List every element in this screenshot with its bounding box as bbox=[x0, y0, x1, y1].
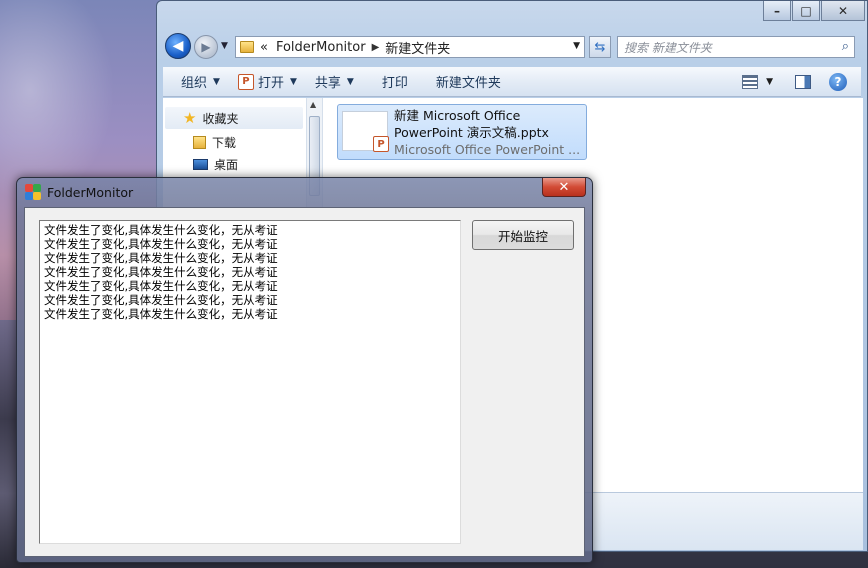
window-title-bar: FolderMonitor bbox=[25, 184, 133, 200]
recent-pages-dropdown[interactable]: ▼ bbox=[221, 41, 228, 51]
refresh-icon: ⇆ bbox=[594, 39, 606, 55]
nav-item-favorites[interactable]: ★ 收藏夹 bbox=[165, 107, 303, 129]
organize-menu[interactable]: 组织 ▼ bbox=[181, 72, 220, 91]
navigation-bar: ◀ ▶ ▼ « FolderMonitor ▶ 新建文件夹 ▼ ⇆ 搜索 新建文… bbox=[165, 33, 859, 61]
close-icon: ✕ bbox=[837, 3, 849, 18]
log-line: 文件发生了变化,具体发生什么变化，无从考证 bbox=[44, 293, 278, 307]
monitor-close-button[interactable]: ✕ bbox=[542, 178, 586, 197]
view-controls: ▼ ? bbox=[742, 73, 847, 91]
log-textbox[interactable]: 文件发生了变化,具体发生什么变化，无从考证 文件发生了变化,具体发生什么变化，无… bbox=[39, 220, 461, 544]
start-monitoring-button[interactable]: 开始监控 bbox=[472, 220, 574, 250]
maximize-button[interactable]: □ bbox=[792, 1, 820, 21]
breadcrumb-new-folder[interactable]: 新建文件夹 bbox=[385, 38, 450, 57]
forward-button[interactable]: ▶ bbox=[194, 35, 218, 59]
file-name: 新建 Microsoft Office PowerPoint 演示文稿.pptx bbox=[394, 107, 549, 141]
minimize-icon: – bbox=[774, 3, 780, 18]
command-bar: 组织 ▼ P 打开 ▼ 共享 ▼ 打印 新建文件夹 ▼ ? bbox=[163, 67, 861, 97]
file-type: Microsoft Office PowerPoint ... bbox=[394, 142, 581, 157]
nav-item-downloads[interactable]: 下载 bbox=[193, 134, 236, 151]
chevron-down-icon[interactable]: ▼ bbox=[766, 77, 773, 87]
file-name-line-1: 新建 Microsoft Office bbox=[394, 108, 521, 123]
log-line: 文件发生了变化,具体发生什么变化，无从考证 bbox=[44, 223, 278, 237]
back-button[interactable]: ◀ bbox=[165, 33, 191, 59]
search-placeholder: 搜索 新建文件夹 bbox=[624, 40, 712, 55]
file-item-pptx[interactable]: P 新建 Microsoft Office PowerPoint 演示文稿.pp… bbox=[337, 104, 587, 160]
search-icon[interactable]: ⌕ bbox=[842, 39, 849, 54]
print-label: 打印 bbox=[381, 76, 408, 91]
share-menu[interactable]: 共享 ▼ bbox=[315, 72, 354, 91]
help-icon[interactable]: ? bbox=[829, 73, 847, 91]
preview-pane-icon[interactable] bbox=[795, 75, 811, 89]
star-icon: ★ bbox=[183, 109, 197, 127]
file-thumbnail: P bbox=[342, 111, 389, 152]
chevron-down-icon: ▼ bbox=[213, 76, 220, 87]
log-line: 文件发生了变化,具体发生什么变化，无从考证 bbox=[44, 279, 278, 293]
new-folder-button[interactable]: 新建文件夹 bbox=[436, 72, 501, 91]
folder-icon bbox=[240, 41, 254, 53]
share-label: 共享 bbox=[314, 76, 341, 91]
log-line: 文件发生了变化,具体发生什么变化，无从考证 bbox=[44, 237, 278, 251]
address-bar[interactable]: « FolderMonitor ▶ 新建文件夹 ▼ bbox=[235, 36, 585, 58]
address-overflow-chevron[interactable]: « bbox=[260, 40, 268, 55]
window-title: FolderMonitor bbox=[47, 184, 134, 200]
arrow-right-icon: ▶ bbox=[201, 40, 211, 54]
chevron-down-icon: ▼ bbox=[289, 76, 297, 87]
desktop-icon bbox=[193, 159, 208, 170]
nav-item-desktop[interactable]: 桌面 bbox=[193, 156, 238, 173]
open-label: 打开 bbox=[257, 76, 284, 91]
explorer-caption-buttons: – □ ✕ bbox=[762, 1, 865, 21]
explorer-close-button[interactable]: ✕ bbox=[821, 1, 865, 21]
open-menu[interactable]: P 打开 ▼ bbox=[237, 72, 297, 91]
close-icon: ✕ bbox=[558, 179, 570, 195]
scroll-up-icon[interactable]: ▲ bbox=[310, 100, 316, 109]
folder-monitor-window: FolderMonitor ✕ 文件发生了变化,具体发生什么变化，无从考证 文件… bbox=[16, 177, 593, 563]
nav-item-label: 下载 bbox=[212, 136, 237, 150]
powerpoint-icon: P bbox=[373, 136, 389, 152]
file-name-line-2: PowerPoint 演示文稿.pptx bbox=[394, 125, 549, 140]
view-options-icon[interactable] bbox=[742, 75, 759, 89]
arrow-left-icon: ◀ bbox=[172, 38, 184, 54]
downloads-folder-icon bbox=[193, 136, 206, 149]
log-line: 文件发生了变化,具体发生什么变化，无从考证 bbox=[44, 265, 278, 279]
breadcrumb-separator-icon[interactable]: ▶ bbox=[372, 42, 380, 53]
address-dropdown-icon[interactable]: ▼ bbox=[573, 41, 580, 51]
powerpoint-icon: P bbox=[237, 73, 254, 90]
new-folder-label: 新建文件夹 bbox=[435, 76, 501, 91]
log-line: 文件发生了变化,具体发生什么变化，无从考证 bbox=[44, 307, 278, 321]
minimize-button[interactable]: – bbox=[763, 1, 791, 21]
nav-item-label: 桌面 bbox=[214, 158, 239, 172]
refresh-button[interactable]: ⇆ bbox=[589, 36, 611, 58]
search-input[interactable]: 搜索 新建文件夹 ⌕ bbox=[617, 36, 855, 58]
maximize-icon: □ bbox=[800, 3, 812, 18]
breadcrumb-foldermonitor[interactable]: FolderMonitor bbox=[276, 40, 366, 55]
organize-label: 组织 bbox=[181, 76, 208, 91]
log-line: 文件发生了变化,具体发生什么变化，无从考证 bbox=[44, 251, 278, 265]
app-icon bbox=[25, 184, 41, 200]
nav-item-label: 收藏夹 bbox=[202, 111, 239, 126]
print-button[interactable]: 打印 bbox=[382, 72, 408, 91]
window-client-area: 文件发生了变化,具体发生什么变化，无从考证 文件发生了变化,具体发生什么变化，无… bbox=[24, 207, 585, 557]
chevron-down-icon: ▼ bbox=[346, 76, 354, 87]
